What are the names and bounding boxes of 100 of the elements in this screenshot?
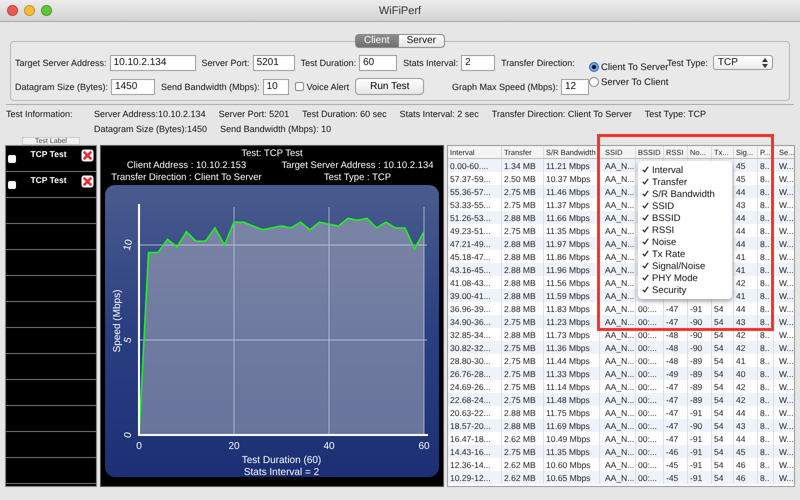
text-field[interactable]: 10.10.2.134 (110, 54, 196, 70)
table-cell: 47.21-49... (448, 237, 502, 250)
radio-label: Client To Server (601, 62, 668, 72)
table-cell: AA_N... (600, 419, 636, 432)
table-cell: 14.43-16... (448, 445, 502, 458)
field-label: Server Port: (202, 58, 250, 68)
table-cell: 10.65 Mbps (544, 471, 600, 484)
table-cell: 8.. (758, 419, 774, 432)
menu-item[interactable]: Transfer (638, 176, 732, 188)
table-cell: 11.21 Mbps (544, 159, 600, 172)
table-cell: 2.62 MB (502, 471, 544, 484)
menu-item[interactable]: BSSID (638, 212, 732, 224)
table-cell: -91 (688, 445, 712, 458)
table-cell: 8.. (758, 341, 774, 354)
table-cell: 8.. (758, 263, 774, 276)
menu-item[interactable]: Interval (638, 164, 732, 176)
table-cell: 54 (712, 393, 734, 406)
table-cell: -48 (664, 341, 688, 354)
checkbox[interactable] (8, 181, 16, 189)
tab[interactable]: Client (354, 34, 399, 48)
tab[interactable]: Server (398, 34, 446, 48)
menu-item[interactable]: RSSI (638, 224, 732, 236)
menu-item[interactable]: PHY Mode (638, 272, 732, 284)
chart-info: Target Server Address : 10.10.2.134 (281, 160, 434, 171)
table-cell: 30.82-32... (448, 341, 502, 354)
field-label: Stats Interval: (403, 58, 458, 68)
chart-info: Client Address : 10.10.2.153 (126, 160, 246, 171)
chart-annotation: Stats Interval = 2 (244, 467, 320, 478)
table-cell: 39.00-41... (448, 289, 502, 302)
table-cell: 1.34 MB (502, 159, 544, 172)
text-field[interactable]: 1450 (111, 78, 156, 94)
table-cell: 00:... (636, 471, 664, 484)
minimize-button[interactable] (24, 5, 35, 16)
text-field[interactable]: 5201 (252, 54, 295, 70)
menu-item[interactable]: Security (638, 284, 732, 296)
axis-title: Test Duration (60) (242, 455, 322, 466)
menu-item[interactable]: Tx Rate (638, 248, 732, 260)
table-cell: -47 (664, 315, 688, 328)
table-cell: W... (774, 289, 794, 302)
table-cell: -91 (688, 471, 712, 484)
table-cell: 54 (712, 315, 734, 328)
table-cell: W... (774, 367, 794, 380)
table-cell: AA_N... (600, 289, 636, 302)
table-cell: 8.. (758, 159, 774, 172)
chart-info: Transfer Direction : Client To Server (111, 172, 262, 183)
zoom-button[interactable] (41, 5, 52, 16)
tick-label: 0 (136, 441, 142, 452)
checkbox[interactable] (294, 82, 304, 91)
window-title: WiFiPerf (378, 4, 422, 16)
table-cell: 18.57-20... (448, 419, 502, 432)
test-row[interactable]: TCP Test (6, 146, 96, 172)
menu-item[interactable]: S/R Bandwidth (638, 188, 732, 200)
table-cell: AA_N... (600, 393, 636, 406)
table-cell: 45 (734, 445, 758, 458)
text-field[interactable]: 60 (359, 54, 398, 70)
table-cell: 44 (734, 211, 758, 224)
run-test-button[interactable]: Run Test (355, 78, 424, 95)
table-cell: 54 (712, 445, 734, 458)
menu-item[interactable]: SSID (638, 200, 732, 212)
table-cell: 44 (734, 185, 758, 198)
table-cell: AA_N... (600, 471, 636, 484)
test-type-dropdown[interactable]: TCP (712, 55, 773, 70)
field-label: Test Type: (667, 58, 708, 68)
test-row[interactable]: TCP Test (6, 172, 96, 198)
table-cell: 11.35 Mbps (544, 445, 600, 458)
table-cell: W... (774, 419, 794, 432)
checkbox[interactable] (8, 155, 16, 163)
table-cell: 54 (712, 341, 734, 354)
table-cell: 51.26-53... (448, 211, 502, 224)
table-cell: -89 (688, 367, 712, 380)
close-button[interactable] (7, 5, 18, 16)
table-cell: -90 (688, 419, 712, 432)
info-text: Test Duration: 60 sec (302, 109, 387, 119)
table-cell: 00:... (636, 315, 664, 328)
table-cell: W... (774, 237, 794, 250)
table-cell: W... (774, 445, 794, 458)
table-cell: 8.. (758, 289, 774, 302)
table-cell: AA_N... (600, 159, 636, 172)
text-field[interactable]: 10 (262, 78, 289, 94)
table-cell: 55.36-57... (448, 185, 502, 198)
table-cell: W... (774, 211, 794, 224)
table-cell: 2.88 MB (502, 237, 544, 250)
table-cell: 8.. (758, 367, 774, 380)
menu-item[interactable]: Noise (638, 236, 732, 248)
table-cell: 54 (712, 367, 734, 380)
table-cell: 46 (734, 471, 758, 484)
radio-label: Server To Client (601, 76, 668, 88)
table-cell: 11.96 Mbps (544, 263, 600, 276)
radio-button[interactable] (589, 77, 599, 87)
table-cell: 11.66 Mbps (544, 211, 600, 224)
text-field[interactable]: 2 (461, 54, 496, 70)
table-cell: AA_N... (600, 211, 636, 224)
table-cell: 54 (712, 419, 734, 432)
table-cell: 26.76-28... (448, 367, 502, 380)
text-field[interactable]: 12 (561, 78, 589, 94)
info-text: Transfer Direction: Client To Server (492, 109, 632, 119)
radio-button[interactable] (589, 62, 599, 72)
table-cell: -90 (688, 341, 712, 354)
table-cell: 2.88 MB (502, 211, 544, 224)
menu-item[interactable]: Signal/Noise (638, 260, 732, 272)
